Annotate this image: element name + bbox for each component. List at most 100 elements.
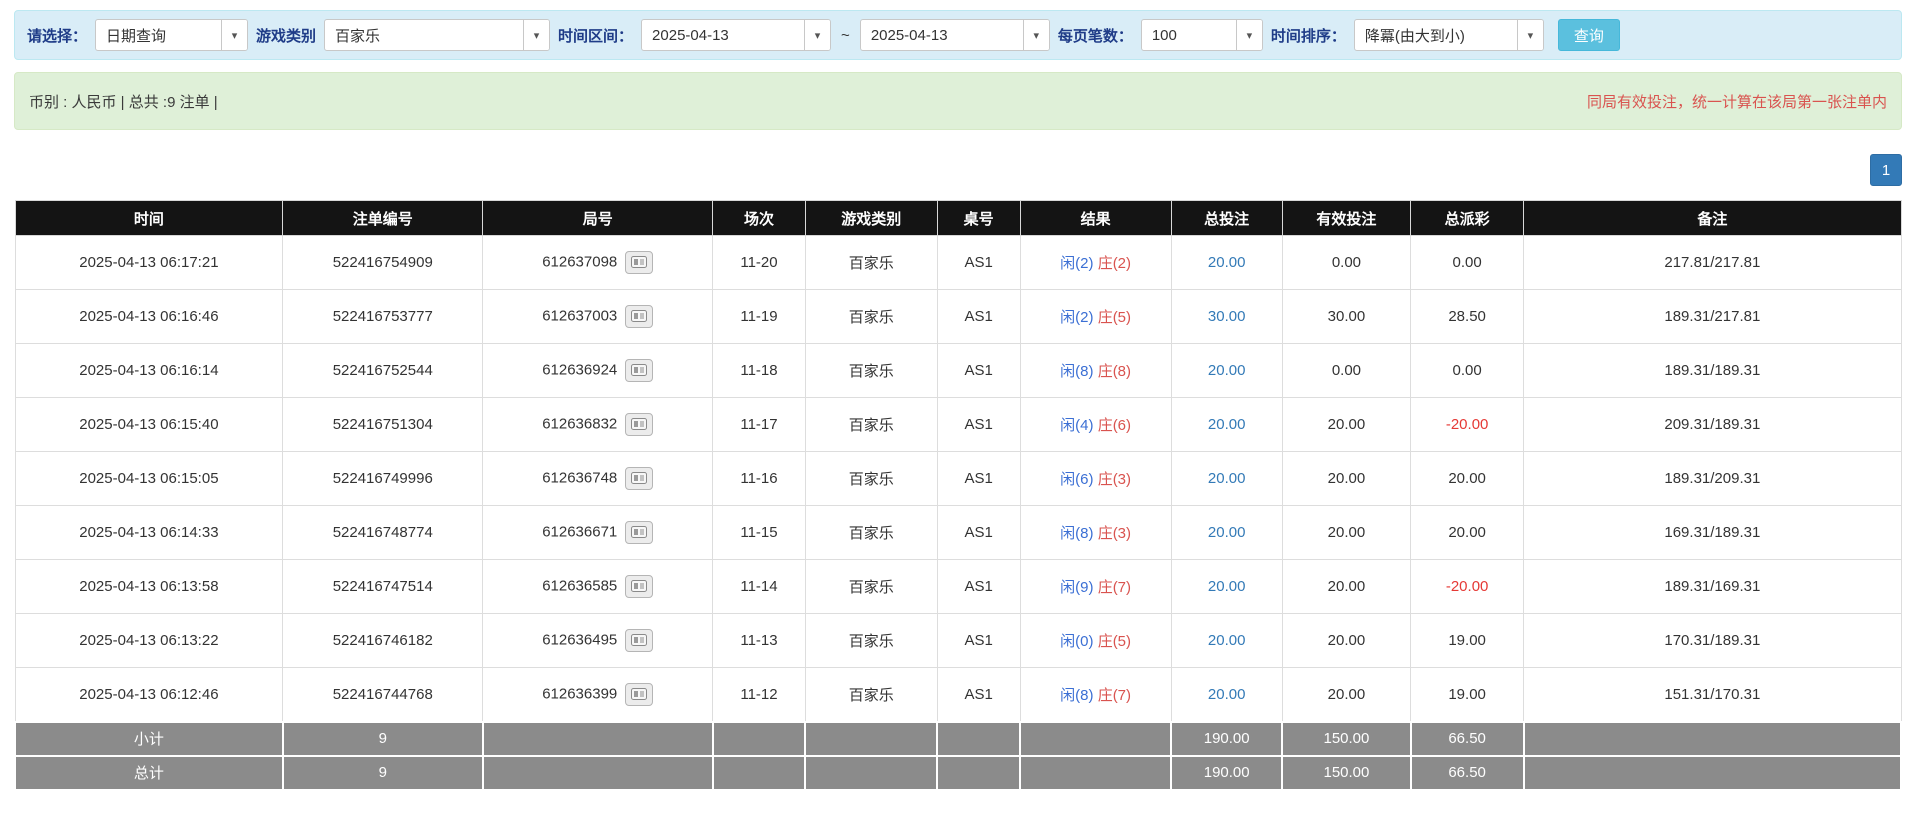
cell-table-no: AS1 bbox=[937, 614, 1020, 668]
table-row: 2025-04-13 06:17:21522416754909612637098… bbox=[15, 236, 1901, 290]
cell-table-no: AS1 bbox=[937, 452, 1020, 506]
total-empty-cell bbox=[805, 756, 937, 790]
cell-valid-bet: 0.00 bbox=[1282, 344, 1410, 398]
cell-valid-bet: 20.00 bbox=[1282, 560, 1410, 614]
payout-value: 0.00 bbox=[1453, 362, 1482, 379]
page-button-1[interactable]: 1 bbox=[1870, 154, 1902, 186]
payout-value: 28.50 bbox=[1448, 308, 1486, 325]
cell-remark: 169.31/189.31 bbox=[1524, 506, 1901, 560]
summary-bar: 币别 : 人民币 | 总共 :9 注单 | 同局有效投注，统一计算在该局第一张注… bbox=[14, 72, 1902, 130]
cell-payout: -20.00 bbox=[1411, 398, 1524, 452]
cell-session: 11-13 bbox=[713, 614, 805, 668]
result-banker: 庄(5) bbox=[1098, 309, 1131, 326]
query-type-select[interactable]: 日期查询 ▾ bbox=[95, 19, 248, 51]
chevron-down-icon: ▾ bbox=[1236, 20, 1262, 50]
result-player: 闲(2) bbox=[1060, 255, 1093, 272]
time-sort-label: 时间排序： bbox=[1271, 25, 1346, 46]
date-range-label: 时间区间： bbox=[558, 25, 633, 46]
chevron-down-icon: ▾ bbox=[804, 20, 830, 50]
cell-bet-id: 522416746182 bbox=[283, 614, 483, 668]
date-to-select[interactable]: 2025-04-13 ▾ bbox=[860, 19, 1050, 51]
total-bet-link[interactable]: 20.00 bbox=[1208, 470, 1246, 487]
total-payout: 66.50 bbox=[1411, 756, 1524, 790]
payout-value: -20.00 bbox=[1446, 416, 1489, 433]
cell-round-id: 612636832 bbox=[483, 398, 713, 452]
total-bet-link[interactable]: 20.00 bbox=[1208, 524, 1246, 541]
subtotal-valid-bet: 150.00 bbox=[1282, 722, 1410, 756]
cell-total-bet: 20.00 bbox=[1171, 236, 1282, 290]
result-banker: 庄(3) bbox=[1098, 471, 1131, 488]
col-header-valid-bet: 有效投注 bbox=[1282, 201, 1410, 236]
table-row: 2025-04-13 06:13:58522416747514612636585… bbox=[15, 560, 1901, 614]
roadmap-icon[interactable] bbox=[625, 521, 653, 544]
result-player: 闲(8) bbox=[1060, 687, 1093, 704]
cell-valid-bet: 30.00 bbox=[1282, 290, 1410, 344]
roadmap-icon[interactable] bbox=[625, 683, 653, 706]
table-body: 2025-04-13 06:17:21522416754909612637098… bbox=[15, 236, 1901, 722]
cell-game-type: 百家乐 bbox=[805, 290, 937, 344]
cell-valid-bet: 20.00 bbox=[1282, 452, 1410, 506]
page-size-select[interactable]: 100 ▾ bbox=[1141, 19, 1263, 51]
cell-round-id: 612637098 bbox=[483, 236, 713, 290]
total-empty-cell bbox=[937, 756, 1020, 790]
subtotal-empty-cell bbox=[937, 722, 1020, 756]
cell-game-type: 百家乐 bbox=[805, 614, 937, 668]
total-bet-link[interactable]: 20.00 bbox=[1208, 632, 1246, 649]
subtotal-total-bet: 190.00 bbox=[1171, 722, 1282, 756]
cell-game-type: 百家乐 bbox=[805, 236, 937, 290]
total-row: 总计 9 190.00 150.00 66.50 bbox=[15, 756, 1901, 790]
game-type-select[interactable]: 百家乐 ▾ bbox=[324, 19, 550, 51]
cell-table-no: AS1 bbox=[937, 668, 1020, 722]
time-sort-value: 降冪(由大到小) bbox=[1355, 25, 1475, 46]
cell-time: 2025-04-13 06:13:58 bbox=[15, 560, 283, 614]
cell-bet-id: 522416744768 bbox=[283, 668, 483, 722]
total-bet-link[interactable]: 30.00 bbox=[1208, 308, 1246, 325]
cell-result: 闲(2) 庄(5) bbox=[1020, 290, 1171, 344]
cell-time: 2025-04-13 06:15:40 bbox=[15, 398, 283, 452]
result-banker: 庄(8) bbox=[1098, 363, 1131, 380]
cell-payout: 28.50 bbox=[1411, 290, 1524, 344]
cell-session: 11-17 bbox=[713, 398, 805, 452]
roadmap-icon[interactable] bbox=[625, 575, 653, 598]
query-type-value: 日期查询 bbox=[96, 25, 176, 46]
roadmap-icon[interactable] bbox=[625, 629, 653, 652]
cell-total-bet: 20.00 bbox=[1171, 668, 1282, 722]
cell-table-no: AS1 bbox=[937, 236, 1020, 290]
table-header-row: 时间 注单编号 局号 场次 游戏类别 桌号 结果 总投注 有效投注 总派彩 备注 bbox=[15, 201, 1901, 236]
cell-result: 闲(8) 庄(7) bbox=[1020, 668, 1171, 722]
total-label: 总计 bbox=[15, 756, 283, 790]
total-bet-link[interactable]: 20.00 bbox=[1208, 416, 1246, 433]
table-row: 2025-04-13 06:14:33522416748774612636671… bbox=[15, 506, 1901, 560]
roadmap-icon[interactable] bbox=[625, 359, 653, 382]
roadmap-icon[interactable] bbox=[625, 305, 653, 328]
roadmap-icon[interactable] bbox=[625, 251, 653, 274]
table-row: 2025-04-13 06:12:46522416744768612636399… bbox=[15, 668, 1901, 722]
time-sort-select[interactable]: 降冪(由大到小) ▾ bbox=[1354, 19, 1544, 51]
roadmap-icon[interactable] bbox=[625, 413, 653, 436]
cell-payout: -20.00 bbox=[1411, 560, 1524, 614]
cell-session: 11-19 bbox=[713, 290, 805, 344]
cell-result: 闲(2) 庄(2) bbox=[1020, 236, 1171, 290]
roadmap-icon[interactable] bbox=[625, 467, 653, 490]
total-empty-cell bbox=[483, 756, 713, 790]
col-header-total-bet: 总投注 bbox=[1171, 201, 1282, 236]
date-from-select[interactable]: 2025-04-13 ▾ bbox=[641, 19, 831, 51]
total-bet-link[interactable]: 20.00 bbox=[1208, 686, 1246, 703]
table-row: 2025-04-13 06:16:46522416753777612637003… bbox=[15, 290, 1901, 344]
total-bet-link[interactable]: 20.00 bbox=[1208, 254, 1246, 271]
col-header-remark: 备注 bbox=[1524, 201, 1901, 236]
col-header-session: 场次 bbox=[713, 201, 805, 236]
result-banker: 庄(7) bbox=[1098, 687, 1131, 704]
cell-table-no: AS1 bbox=[937, 560, 1020, 614]
total-bet-link[interactable]: 20.00 bbox=[1208, 362, 1246, 379]
subtotal-row: 小计 9 190.00 150.00 66.50 bbox=[15, 722, 1901, 756]
cell-total-bet: 20.00 bbox=[1171, 344, 1282, 398]
cell-remark: 189.31/169.31 bbox=[1524, 560, 1901, 614]
total-empty-cell bbox=[1020, 756, 1171, 790]
total-empty-cell bbox=[1524, 756, 1901, 790]
search-button[interactable]: 查询 bbox=[1558, 19, 1620, 51]
cell-time: 2025-04-13 06:15:05 bbox=[15, 452, 283, 506]
total-bet-link[interactable]: 20.00 bbox=[1208, 578, 1246, 595]
cell-total-bet: 20.00 bbox=[1171, 614, 1282, 668]
page-size-value: 100 bbox=[1142, 27, 1187, 44]
